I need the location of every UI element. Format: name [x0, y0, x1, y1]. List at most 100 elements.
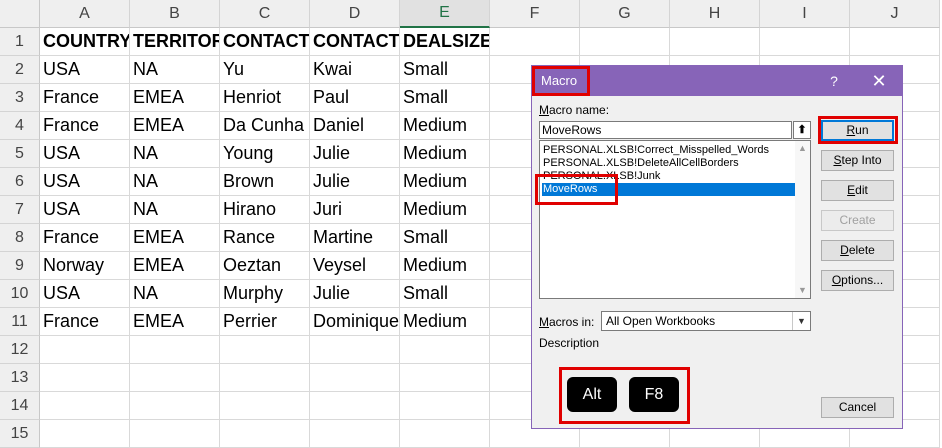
edit-button[interactable]: Edit	[821, 180, 894, 201]
cell-j1[interactable]	[850, 28, 940, 56]
cell-d7[interactable]: Juri	[310, 196, 400, 224]
row-header-15[interactable]: 15	[0, 420, 40, 448]
cell-b8[interactable]: EMEA	[130, 224, 220, 252]
macro-name-input[interactable]: MoveRows	[539, 121, 792, 139]
cell-b15[interactable]	[130, 420, 220, 448]
macros-in-select[interactable]: All Open Workbooks ▼	[601, 311, 811, 331]
cell-a10[interactable]: USA	[40, 280, 130, 308]
column-header-b[interactable]: B	[130, 0, 220, 28]
cell-d3[interactable]: Paul	[310, 84, 400, 112]
cell-a11[interactable]: France	[40, 308, 130, 336]
row-header-4[interactable]: 4	[0, 112, 40, 140]
cell-c1[interactable]: CONTACT	[220, 28, 310, 56]
scroll-up-icon[interactable]: ▲	[795, 141, 810, 156]
cell-e10[interactable]: Small	[400, 280, 490, 308]
cell-d11[interactable]: Dominique	[310, 308, 400, 336]
macro-list-item[interactable]: PERSONAL.XLSB!DeleteAllCellBorders	[542, 157, 795, 170]
cell-a6[interactable]: USA	[40, 168, 130, 196]
cell-e6[interactable]: Medium	[400, 168, 490, 196]
column-header-c[interactable]: C	[220, 0, 310, 28]
cell-b13[interactable]	[130, 364, 220, 392]
cell-e12[interactable]	[400, 336, 490, 364]
chevron-down-icon[interactable]: ▼	[792, 312, 810, 330]
row-header-1[interactable]: 1	[0, 28, 40, 56]
create-button[interactable]: Create	[821, 210, 894, 231]
close-icon[interactable]: ✕	[868, 71, 890, 91]
cell-a2[interactable]: USA	[40, 56, 130, 84]
delete-button[interactable]: Delete	[821, 240, 894, 261]
cell-c7[interactable]: Hirano	[220, 196, 310, 224]
row-header-7[interactable]: 7	[0, 196, 40, 224]
cell-d12[interactable]	[310, 336, 400, 364]
macro-list-item[interactable]: PERSONAL.XLSB!Correct_Misspelled_Words	[542, 144, 795, 157]
cell-d14[interactable]	[310, 392, 400, 420]
cell-b5[interactable]: NA	[130, 140, 220, 168]
cell-a14[interactable]	[40, 392, 130, 420]
cell-c12[interactable]	[220, 336, 310, 364]
row-header-8[interactable]: 8	[0, 224, 40, 252]
cell-d1[interactable]: CONTACT	[310, 28, 400, 56]
cell-i1[interactable]	[760, 28, 850, 56]
step-into-button[interactable]: Step Into	[821, 150, 894, 171]
cell-c10[interactable]: Murphy	[220, 280, 310, 308]
cell-c2[interactable]: Yu	[220, 56, 310, 84]
cell-c4[interactable]: Da Cunha	[220, 112, 310, 140]
options-button[interactable]: Options...	[821, 270, 894, 291]
cell-e13[interactable]	[400, 364, 490, 392]
cell-d10[interactable]: Julie	[310, 280, 400, 308]
cell-d6[interactable]: Julie	[310, 168, 400, 196]
cell-c9[interactable]: Oeztan	[220, 252, 310, 280]
cell-d4[interactable]: Daniel	[310, 112, 400, 140]
column-header-g[interactable]: G	[580, 0, 670, 28]
cell-a7[interactable]: USA	[40, 196, 130, 224]
cell-c14[interactable]	[220, 392, 310, 420]
upload-arrow-icon[interactable]: ⬆	[793, 121, 811, 139]
cell-f1[interactable]	[490, 28, 580, 56]
select-all-corner[interactable]	[0, 0, 40, 28]
row-header-2[interactable]: 2	[0, 56, 40, 84]
cell-e9[interactable]: Medium	[400, 252, 490, 280]
cell-d13[interactable]	[310, 364, 400, 392]
column-header-a[interactable]: A	[40, 0, 130, 28]
cell-c5[interactable]: Young	[220, 140, 310, 168]
cell-c8[interactable]: Rance	[220, 224, 310, 252]
cell-e2[interactable]: Small	[400, 56, 490, 84]
row-header-11[interactable]: 11	[0, 308, 40, 336]
row-header-6[interactable]: 6	[0, 168, 40, 196]
cell-c13[interactable]	[220, 364, 310, 392]
cell-a15[interactable]	[40, 420, 130, 448]
macro-list[interactable]: PERSONAL.XLSB!Correct_Misspelled_Words P…	[539, 140, 811, 299]
column-header-h[interactable]: H	[670, 0, 760, 28]
row-header-3[interactable]: 3	[0, 84, 40, 112]
row-header-13[interactable]: 13	[0, 364, 40, 392]
cell-b14[interactable]	[130, 392, 220, 420]
cell-d9[interactable]: Veysel	[310, 252, 400, 280]
cell-g1[interactable]	[580, 28, 670, 56]
cell-b2[interactable]: NA	[130, 56, 220, 84]
cell-b3[interactable]: EMEA	[130, 84, 220, 112]
cell-d2[interactable]: Kwai	[310, 56, 400, 84]
cell-c15[interactable]	[220, 420, 310, 448]
cell-e5[interactable]: Medium	[400, 140, 490, 168]
cell-a5[interactable]: USA	[40, 140, 130, 168]
cell-b11[interactable]: EMEA	[130, 308, 220, 336]
row-header-5[interactable]: 5	[0, 140, 40, 168]
help-button[interactable]: ?	[824, 71, 844, 91]
cell-e7[interactable]: Medium	[400, 196, 490, 224]
cell-a1[interactable]: COUNTRY	[40, 28, 130, 56]
cell-a13[interactable]	[40, 364, 130, 392]
cell-a12[interactable]	[40, 336, 130, 364]
column-header-d[interactable]: D	[310, 0, 400, 28]
cell-e14[interactable]	[400, 392, 490, 420]
column-header-e[interactable]: E	[400, 0, 490, 28]
row-header-9[interactable]: 9	[0, 252, 40, 280]
cell-b7[interactable]: NA	[130, 196, 220, 224]
cell-d8[interactable]: Martine	[310, 224, 400, 252]
cell-b12[interactable]	[130, 336, 220, 364]
cell-b10[interactable]: NA	[130, 280, 220, 308]
cell-e1[interactable]: DEALSIZE	[400, 28, 490, 56]
cell-b6[interactable]: NA	[130, 168, 220, 196]
cell-c11[interactable]: Perrier	[220, 308, 310, 336]
cell-c6[interactable]: Brown	[220, 168, 310, 196]
scroll-down-icon[interactable]: ▼	[795, 283, 810, 298]
